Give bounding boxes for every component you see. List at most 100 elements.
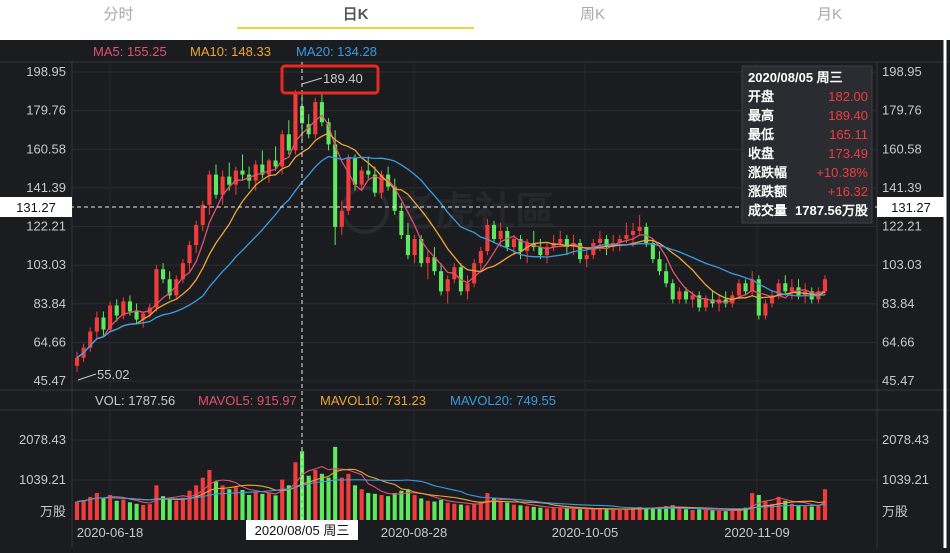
ma10-legend: MA10: 148.33	[190, 44, 271, 59]
volume-bar	[458, 504, 463, 520]
ma5-legend: MA5: 155.25	[93, 44, 167, 59]
candle-body	[227, 176, 232, 185]
candle-body	[465, 283, 470, 292]
price-tick-left: 83.84	[33, 296, 66, 311]
candle-body	[405, 234, 411, 256]
candlestick-chart[interactable]: 老虎社區 MA5: 155.25 MA10: 148.33 MA20: 134.…	[0, 40, 950, 548]
volume-bar	[101, 498, 106, 520]
tooltip-label: 涨跌额	[747, 184, 787, 199]
volume-bar	[558, 507, 563, 520]
volume-bar	[293, 462, 298, 520]
volume-bar	[233, 487, 238, 520]
tooltip-value: 1787.56万股	[795, 203, 868, 218]
tooltip-value: +10.38%	[816, 165, 868, 180]
price-tick-right: 160.58	[882, 141, 922, 156]
volume-bar	[763, 500, 768, 520]
volume-tick-right: 万股	[882, 504, 908, 519]
volume-bar	[505, 502, 510, 520]
candle-body	[637, 226, 642, 231]
volume-bar	[194, 485, 199, 520]
volume-bar	[644, 508, 649, 520]
candle-body	[359, 170, 364, 185]
volume-bar	[630, 508, 636, 520]
volume-bar	[326, 477, 331, 520]
candle-body	[94, 317, 99, 332]
tab-daily-k[interactable]: 日K	[237, 0, 474, 29]
candle-body	[445, 279, 450, 292]
candle-body	[74, 357, 80, 366]
candle-body	[333, 144, 338, 227]
volume-bar	[366, 493, 371, 520]
vol-value-legend: VOL: 1787.56	[95, 393, 175, 408]
volume-bar	[624, 508, 629, 520]
volume-bar	[94, 493, 99, 520]
candle-body	[736, 283, 741, 296]
date-tick: 2020-10-05	[552, 525, 619, 540]
volume-bar	[339, 477, 344, 520]
volume-bar	[127, 502, 133, 520]
candle-body	[624, 234, 629, 240]
volume-bar	[147, 504, 152, 520]
candle-body	[346, 158, 351, 211]
volume-bar	[789, 503, 794, 520]
volume-bar	[465, 505, 470, 520]
volume-bar	[584, 509, 589, 520]
volume-bar	[683, 509, 689, 520]
price-axis-right: 198.95 179.76 160.58 141.39 122.21 103.03 83.8…	[882, 64, 922, 388]
volume-bar	[405, 489, 411, 520]
price-tick-left: 45.47	[33, 373, 66, 388]
price-tick-left: 160.58	[26, 141, 66, 156]
tab-intraday[interactable]: 分时	[0, 0, 237, 29]
price-tick-left: 179.76	[26, 103, 66, 118]
price-tick-left: 122.21	[26, 219, 66, 234]
candle-body	[783, 283, 788, 292]
volume-bar	[247, 494, 252, 520]
candle-body	[154, 269, 159, 308]
volume-tick-right: 1039.21	[882, 472, 929, 487]
mavol5-legend: MAVOL5: 915.97	[198, 393, 297, 408]
price-tick-left: 141.39	[26, 180, 66, 195]
crosshair-price-label-right: 131.27	[891, 200, 931, 215]
tooltip-title: 2020/08/05 周三	[748, 70, 843, 85]
price-tick-right: 198.95	[882, 64, 922, 79]
volume-bar	[730, 510, 735, 520]
tab-weekly-k[interactable]: 周K	[474, 0, 711, 29]
candle-body	[187, 245, 192, 264]
candle-body	[213, 174, 219, 195]
tooltip-value: 182.00	[828, 89, 868, 104]
candle-body	[630, 230, 636, 235]
volume-bar	[379, 494, 384, 520]
candle-body	[683, 291, 689, 300]
ohlc-tooltip: 2020/08/05 周三 开盘 182.00 最高 189.40 最低 165.11 收盘…	[741, 65, 873, 224]
volume-tick-left: 2078.43	[19, 432, 66, 447]
volume-bar	[796, 505, 801, 520]
volume-bar	[419, 498, 424, 520]
tooltip-label: 成交量	[748, 203, 787, 218]
volume-bar	[697, 509, 702, 520]
volume-bar	[108, 494, 113, 520]
candle-body	[134, 311, 139, 320]
candle-body	[478, 251, 483, 264]
period-tabs: 分时 日K 周K 月K	[0, 0, 950, 40]
volume-tick-right: 2078.43	[882, 432, 929, 447]
volume-bar	[650, 507, 655, 520]
ma-lines	[76, 114, 826, 359]
price-axis-left: 198.95 179.76 160.58 141.39 122.21 103.03 83.8…	[26, 64, 66, 388]
tab-monthly-k[interactable]: 月K	[711, 0, 948, 29]
candle-body	[339, 210, 344, 227]
volume-bar	[372, 493, 377, 520]
crosshair-price-label-left: 131.27	[16, 200, 56, 215]
ma20-legend: MA20: 134.28	[296, 44, 377, 59]
candle-body	[657, 259, 662, 272]
candle-body	[491, 224, 497, 240]
volume-bar	[352, 485, 358, 520]
volume-bar	[690, 509, 695, 520]
volume-bar	[359, 489, 364, 520]
candle-body	[200, 204, 205, 225]
price-tick-left: 103.03	[26, 257, 66, 272]
volume-bar	[313, 469, 318, 520]
volume-bar	[445, 502, 450, 520]
volume-bar	[511, 504, 516, 520]
candle-body	[366, 170, 371, 175]
chart-area[interactable]: 老虎社區 MA5: 155.25 MA10: 148.33 MA20: 134.…	[0, 40, 950, 548]
